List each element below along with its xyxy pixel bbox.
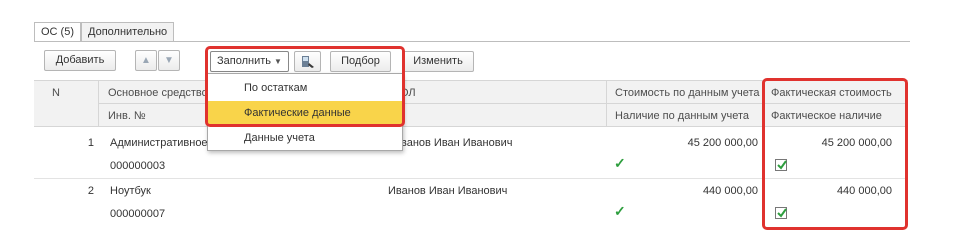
row-number: 2 [87,185,94,197]
inventory-number: 000000003 [110,160,166,172]
arrow-up-icon: ▲ [141,55,151,66]
cost-accounting: 440 000,00 [702,185,758,197]
header-cost-accounting[interactable]: Стоимость по данным учета [615,87,759,99]
tab-divider [34,41,910,42]
header-asset[interactable]: Основное средство [108,87,208,99]
annotation-highlight-fill [205,46,405,127]
tab-bar: ОС (5) Дополнительно [34,22,175,42]
add-button[interactable]: Добавить [44,50,116,71]
inventory-number: 000000007 [110,208,166,220]
menu-item-accounting-data[interactable]: Данные учета [208,126,402,150]
row-number: 1 [87,137,94,149]
header-inv[interactable]: Инв. № [108,110,146,122]
arrow-down-icon: ▼ [164,55,174,66]
header-divider [606,81,607,127]
tab-additional[interactable]: Дополнительно [81,22,175,42]
header-presence-accounting[interactable]: Наличие по данным учета [615,110,749,122]
responsible-person: Иванов Иван Иванович [388,185,508,197]
edit-button[interactable]: Изменить [402,51,474,72]
cost-accounting: 45 200 000,00 [687,137,758,149]
annotation-highlight-actual-columns [762,78,908,230]
header-n[interactable]: N [52,87,60,99]
tab-assets[interactable]: ОС (5) [34,22,81,42]
asset-name: Ноутбук [110,185,151,197]
move-down-button[interactable]: ▼ [158,50,180,71]
header-divider [98,81,99,127]
checkmark-icon: ✓ [614,155,626,171]
checkmark-icon: ✓ [614,203,626,219]
responsible-person: ванов Иван Иванович [401,137,513,149]
move-up-button[interactable]: ▲ [135,50,157,71]
asset-name: Административное [110,137,208,149]
